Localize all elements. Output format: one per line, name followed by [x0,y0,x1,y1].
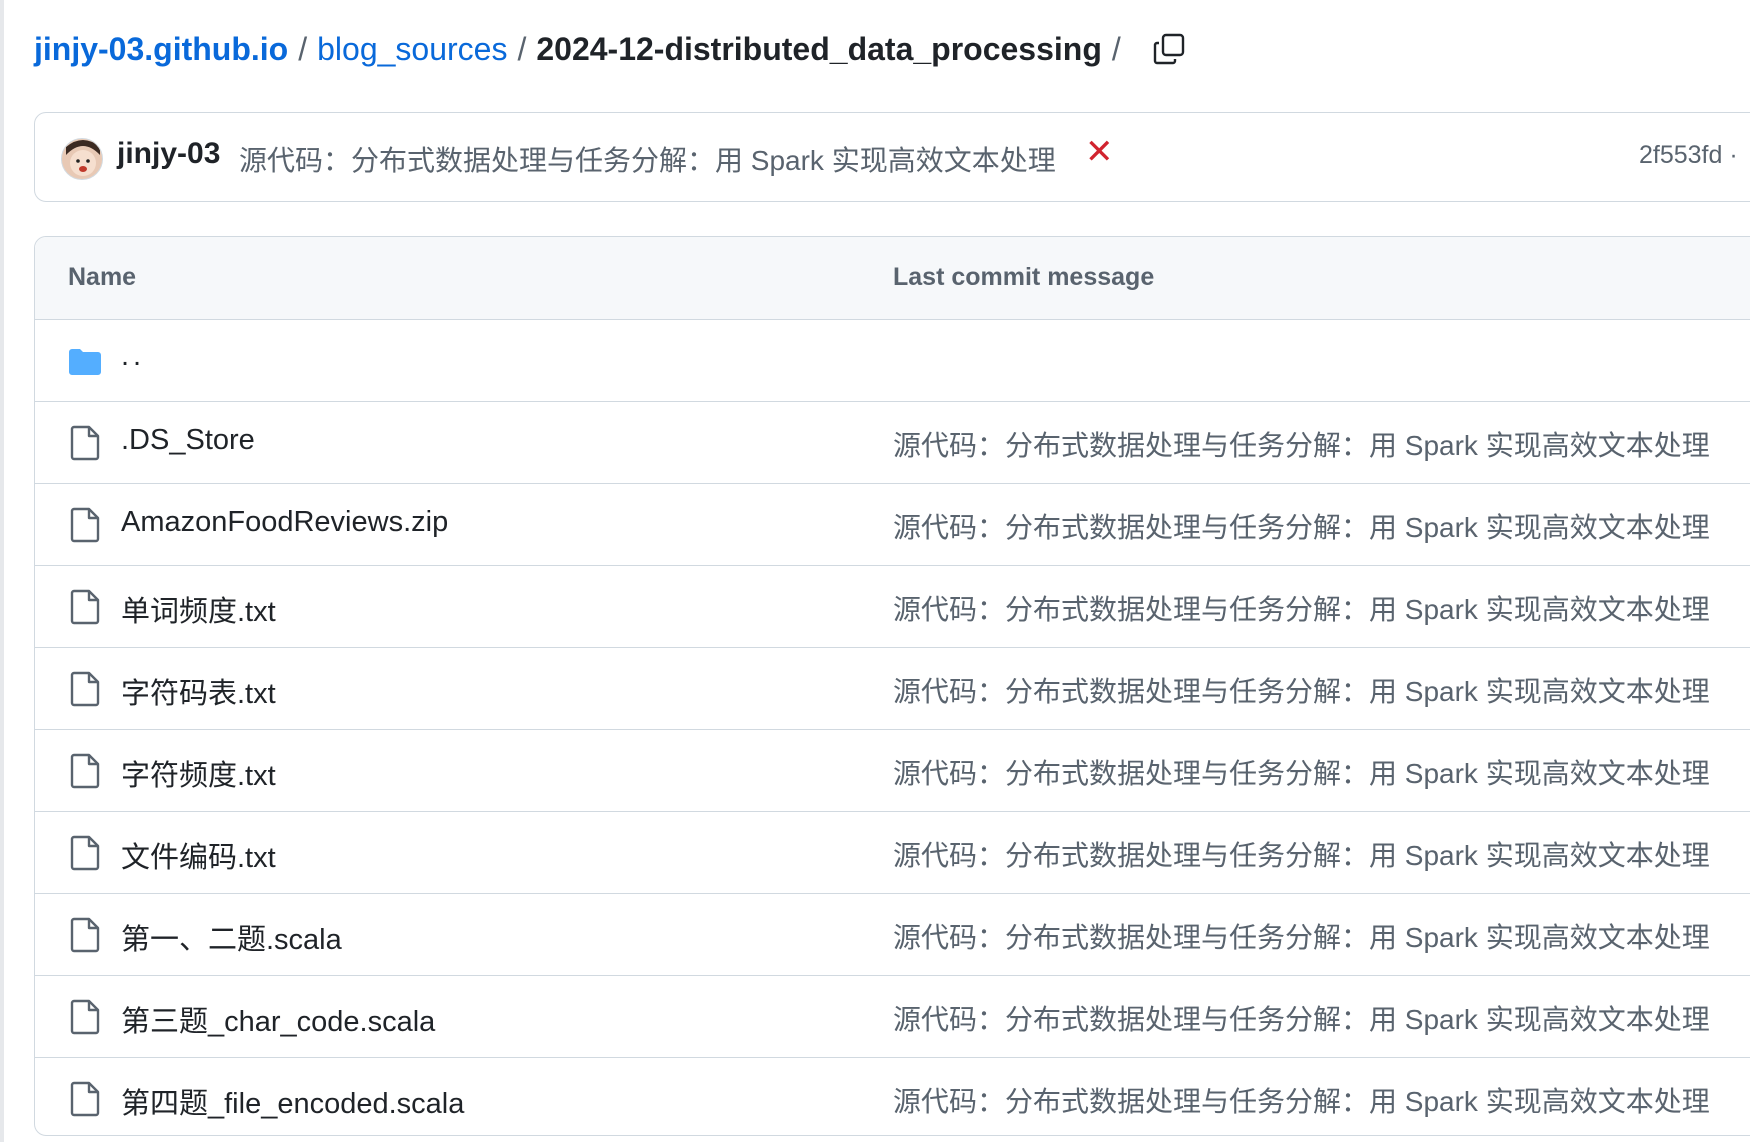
copy-icon [1153,33,1184,65]
folder-icon [69,349,101,375]
parent-directory-link[interactable]: .. [121,340,145,373]
file-table: Name Last commit message .. .DS_Store 源代码… [34,236,1750,1136]
avatar-image [62,139,102,179]
file-name-link[interactable]: 单词频度.txt [121,588,276,630]
commit-hash-link[interactable]: 2f553fd · [1639,141,1738,170]
file-name-link[interactable]: 第三题_char_code.scala [121,998,435,1040]
file-name-link[interactable]: 文件编码.txt [121,834,276,876]
breadcrumb-repo-link[interactable]: jinjy-03.github.io [34,31,288,68]
table-row[interactable]: 单词频度.txt 源代码：分布式数据处理与任务分解：用 Spark 实现高效文本处… [35,566,1750,648]
table-row[interactable]: 文件编码.txt 源代码：分布式数据处理与任务分解：用 Spark 实现高效文本处… [35,812,1750,894]
file-icon [70,589,100,625]
commit-message-link[interactable]: 源代码：分布式数据处理与任务分解：用 Spark 实现高效文本处理 [893,916,1710,956]
file-icon [70,1081,100,1117]
breadcrumb-current-folder: 2024-12-distributed_data_processing [536,30,1102,67]
file-rows: .DS_Store 源代码：分布式数据处理与任务分解：用 Spark 实现高效文本… [35,402,1750,1135]
file-icon [70,671,100,707]
file-icon [70,835,100,871]
file-name-link[interactable]: .DS_Store [121,424,255,457]
breadcrumb-separator: / [298,30,308,67]
file-icon [70,753,100,789]
file-name-link[interactable]: 第一、二题.scala [121,916,342,958]
file-icon [70,999,100,1035]
commit-message-link[interactable]: 源代码：分布式数据处理与任务分解：用 Spark 实现高效文本处理 [893,1080,1710,1120]
column-header-last-commit-message: Last commit message [893,263,1155,291]
file-icon [70,507,100,543]
table-row[interactable]: 字符频度.txt 源代码：分布式数据处理与任务分解：用 Spark 实现高效文本处… [35,730,1750,812]
table-row[interactable]: .DS_Store 源代码：分布式数据处理与任务分解：用 Spark 实现高效文本… [35,402,1750,484]
table-row[interactable]: 第四题_file_encoded.scala 源代码：分布式数据处理与任务分解：用… [35,1058,1750,1135]
file-name-link[interactable]: 字符码表.txt [121,670,276,712]
table-row[interactable]: 第一、二题.scala 源代码：分布式数据处理与任务分解：用 Spark 实现高效… [35,894,1750,976]
commit-author-link[interactable]: jinjy-03 [117,137,220,171]
column-header-name: Name [68,263,137,291]
commit-message-link[interactable]: 源代码：分布式数据处理与任务分解：用 Spark 实现高效文本处理 [893,752,1710,792]
breadcrumb-folder-link[interactable]: blog_sources [317,31,507,68]
file-name-link[interactable]: 第四题_file_encoded.scala [121,1080,464,1122]
copy-path-button[interactable] [1149,29,1189,69]
breadcrumb: jinjy-03.github.io / blog_sources / 2024… [34,22,1189,76]
file-name-link[interactable]: AmazonFoodReviews.zip [121,506,448,539]
commit-status-failed-icon[interactable]: ✕ [1085,135,1114,169]
breadcrumb-separator: / [517,30,527,67]
table-row[interactable]: 第三题_char_code.scala 源代码：分布式数据处理与任务分解：用 Sp… [35,976,1750,1058]
file-icon [70,425,100,461]
commit-message-link[interactable]: 源代码：分布式数据处理与任务分解：用 Spark 实现高效文本处理 [239,139,1056,179]
file-icon [70,917,100,953]
commit-message-link[interactable]: 源代码：分布式数据处理与任务分解：用 Spark 实现高效文本处理 [893,670,1710,710]
table-row[interactable]: AmazonFoodReviews.zip 源代码：分布式数据处理与任务分解：用 … [35,484,1750,566]
commit-message-link[interactable]: 源代码：分布式数据处理与任务分解：用 Spark 实现高效文本处理 [893,588,1710,628]
table-header: Name Last commit message [35,237,1750,320]
commit-message-link[interactable]: 源代码：分布式数据处理与任务分解：用 Spark 实现高效文本处理 [893,506,1710,546]
breadcrumb-separator: / [1111,30,1121,67]
table-row[interactable]: 字符码表.txt 源代码：分布式数据处理与任务分解：用 Spark 实现高效文本处… [35,648,1750,730]
latest-commit-bar: jinjy-03 源代码：分布式数据处理与任务分解：用 Spark 实现高效文本… [34,112,1750,202]
commit-message-link[interactable]: 源代码：分布式数据处理与任务分解：用 Spark 实现高效文本处理 [893,998,1710,1038]
commit-message-link[interactable]: 源代码：分布式数据处理与任务分解：用 Spark 实现高效文本处理 [893,424,1710,464]
commit-message-link[interactable]: 源代码：分布式数据处理与任务分解：用 Spark 实现高效文本处理 [893,834,1710,874]
parent-directory-row[interactable]: .. [35,320,1750,402]
avatar[interactable] [61,138,103,180]
left-edge-rule [0,0,4,1142]
file-name-link[interactable]: 字符频度.txt [121,752,276,794]
